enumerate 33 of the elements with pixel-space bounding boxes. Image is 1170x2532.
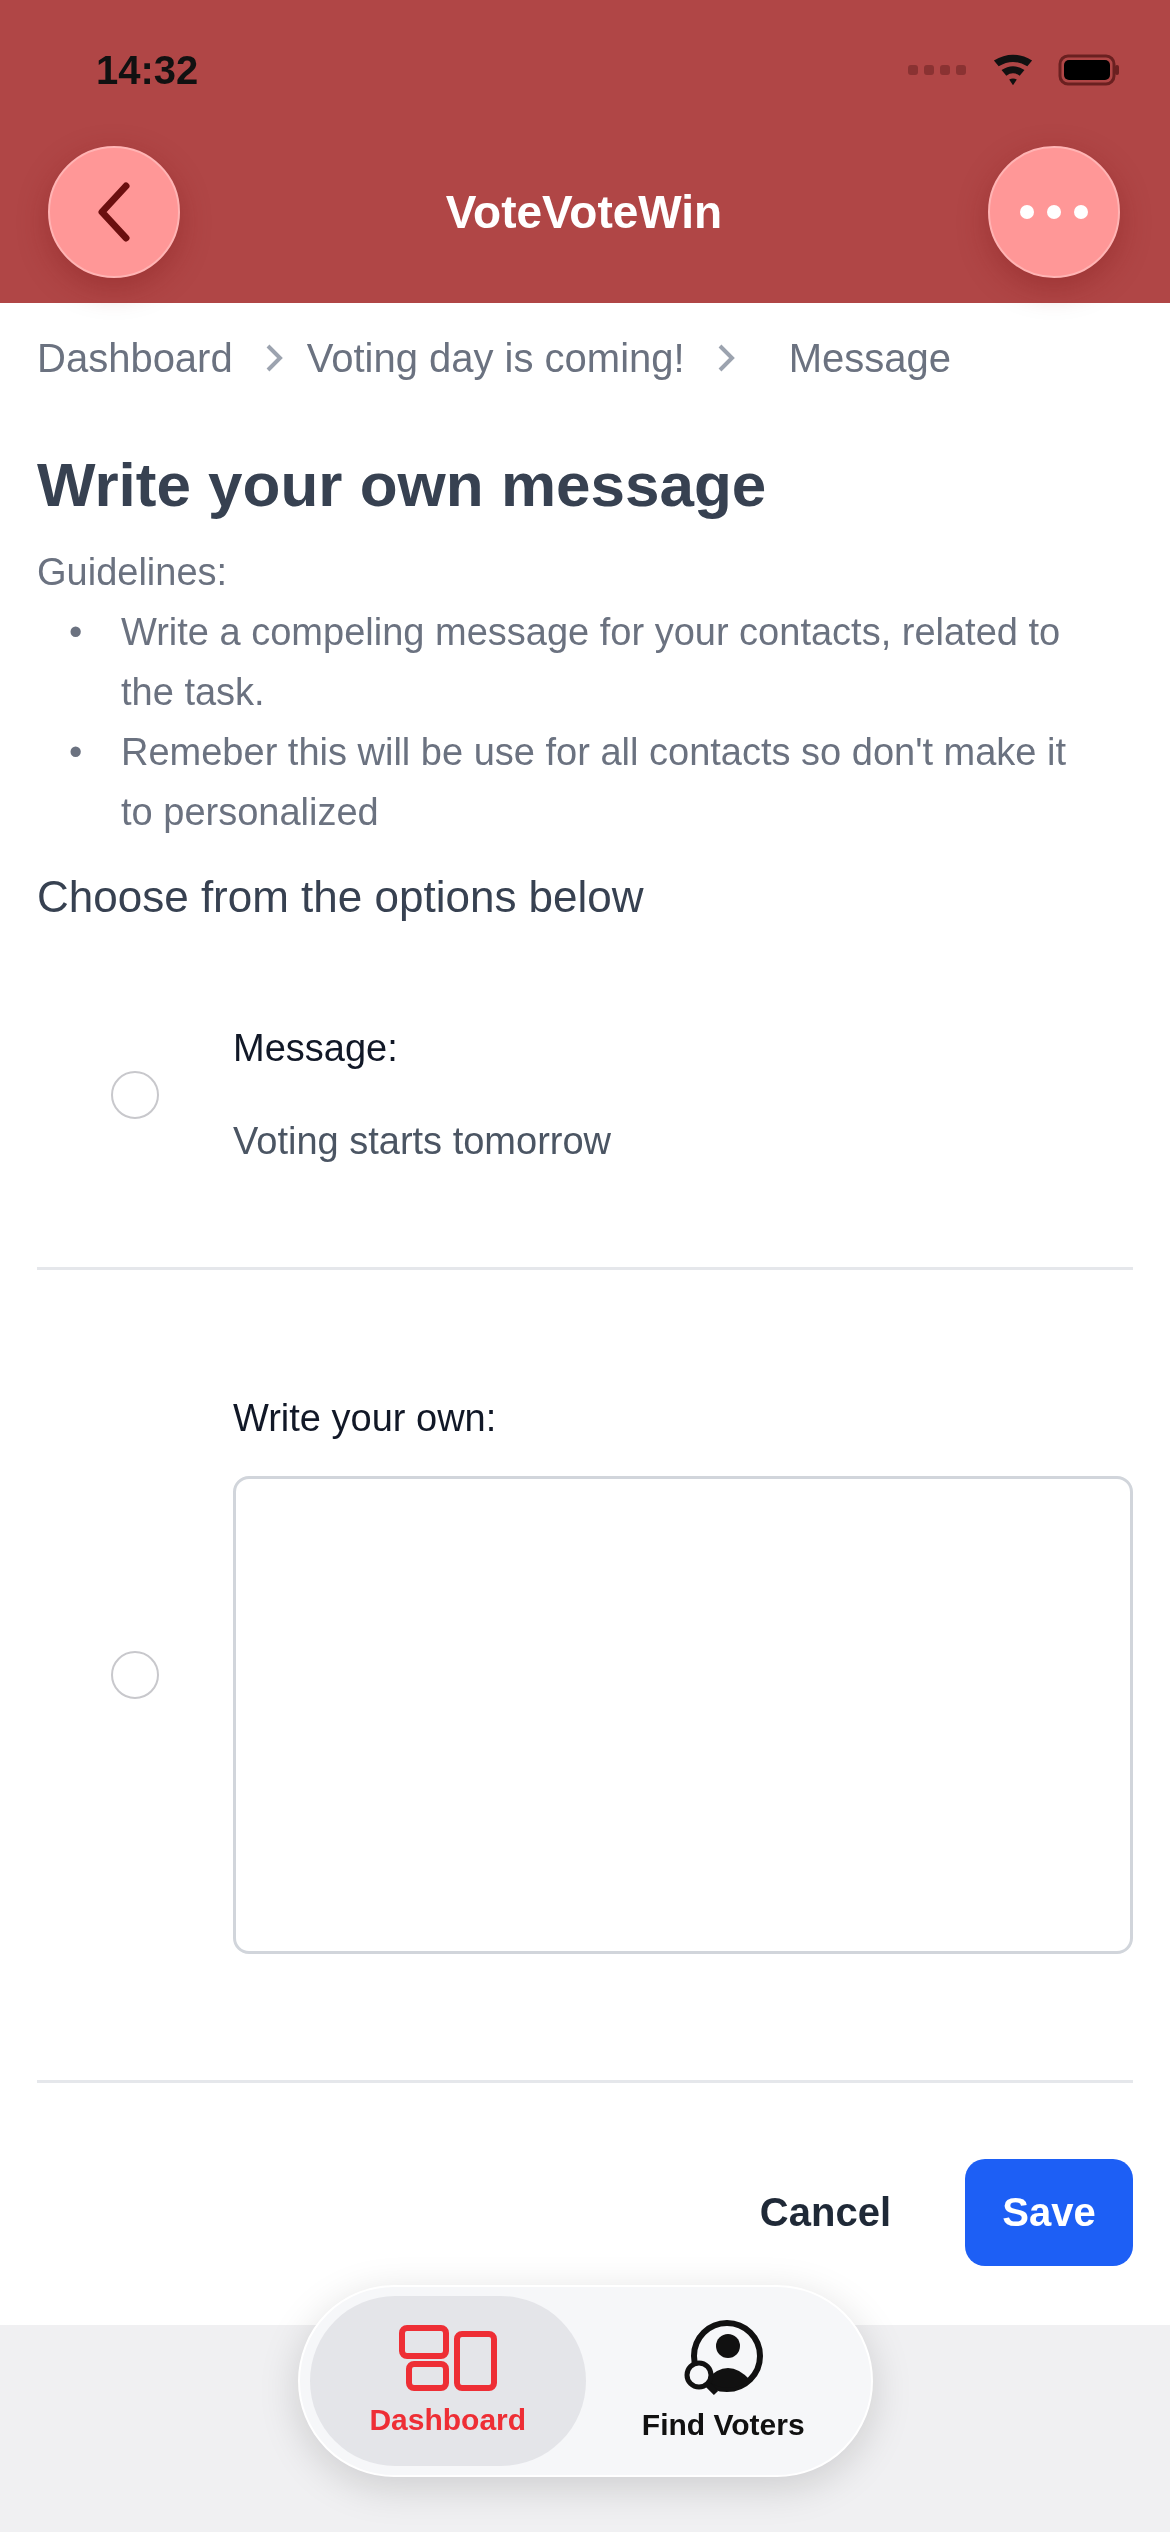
message-input-field[interactable] [233,1475,1133,1954]
chevron-right-icon [716,343,735,373]
user-search-icon [682,2320,765,2396]
save-button[interactable]: Save [965,2159,1133,2266]
guidelines-label: Guidelines: [37,550,229,595]
bullet-mark: • [69,610,84,655]
option-label: Message: [233,1026,399,1070]
breadcrumb-link[interactable]: Message [788,335,951,381]
tab-label: Dashboard [369,2403,527,2437]
bullet-mark: • [69,730,84,775]
radio-button[interactable] [111,1070,159,1119]
breadcrumb-link[interactable]: Dashboard [37,335,233,381]
more-icon [1019,203,1089,220]
breadcrumb-link[interactable]: Voting day is coming! [306,335,685,381]
chevron-left-icon [96,181,132,242]
wifi-icon [992,52,1034,88]
cancel-button[interactable]: Cancel [759,2190,891,2235]
option-label: Write your own: [233,1396,498,1440]
page-heading: Write your own message [37,449,768,520]
options-prompt: Choose from the options below [37,872,645,922]
guideline-item: Remeber this will be use for all contacts so don't make it to personalized [121,730,1067,835]
tab[interactable]: Dashboard [310,2296,586,2466]
dashboard-icon [398,2325,497,2391]
tab-label: Find Voters [641,2408,805,2442]
app-title: VoteVoteWin [445,184,723,239]
tab[interactable]: Find Voters [585,2296,861,2466]
battery-icon [1058,54,1120,86]
chevron-right-icon [264,343,283,373]
guideline-item: Write a compeling message for your contacts, related to the task. [121,610,1062,715]
radio-button[interactable] [111,1651,159,1699]
message-text: Voting starts tomorrow [233,1119,613,1163]
signal-icon [908,64,968,76]
status-time: 14:32 [96,47,199,93]
